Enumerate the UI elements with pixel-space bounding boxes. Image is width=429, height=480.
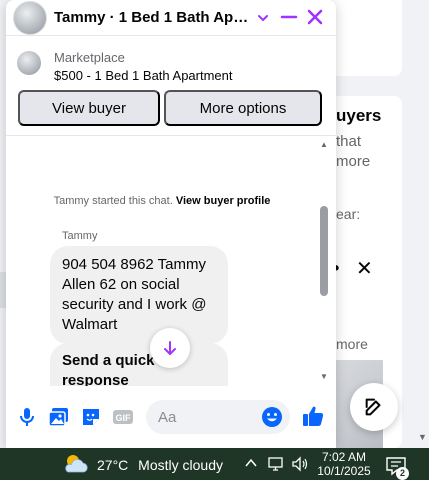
- listing-thumbnail: [17, 51, 41, 75]
- svg-text:GIF: GIF: [116, 413, 132, 423]
- more-options-button[interactable]: More options: [164, 90, 322, 126]
- chat-window: Tammy · 1 Bed 1 Bath Apartment Marketpla…: [6, 0, 336, 448]
- avatar[interactable]: [13, 1, 47, 35]
- clock-date: 10/1/2025: [317, 464, 371, 478]
- listing-title: $500 - 1 Bed 1 Bath Apartment: [54, 68, 233, 83]
- chevron-down-icon[interactable]: [256, 8, 270, 28]
- background-text-line: more: [336, 153, 371, 170]
- notification-count-badge: 2: [396, 467, 409, 480]
- scroll-thumb[interactable]: [320, 206, 328, 296]
- background-card-top: [326, 0, 402, 76]
- weather-condition: Mostly cloudy: [138, 457, 223, 473]
- clock[interactable]: 7:02 AM 10/1/2025: [312, 450, 376, 478]
- photo-icon[interactable]: [48, 406, 70, 428]
- chevron-up-icon[interactable]: [244, 456, 258, 470]
- weather-icon[interactable]: [62, 452, 90, 476]
- taskbar: 27°C Mostly cloudy 7:02 AM 10/1/2025 2: [0, 448, 429, 480]
- background-text-line: that: [336, 133, 362, 150]
- sticker-icon[interactable]: [80, 406, 102, 428]
- chat-header[interactable]: Tammy · 1 Bed 1 Bath Apartment: [6, 0, 336, 36]
- page-scroll-down-icon[interactable]: ▼: [418, 432, 427, 442]
- emoji-icon[interactable]: [261, 406, 283, 428]
- chat-title[interactable]: Tammy · 1 Bed 1 Bath Apartment: [54, 9, 252, 26]
- scroll-down-icon[interactable]: ▼: [320, 372, 328, 381]
- new-message-button[interactable]: [350, 383, 398, 431]
- arrow-down-icon: [164, 341, 176, 355]
- listing-source: Marketplace: [54, 50, 125, 65]
- page-scrollbar[interactable]: [418, 0, 429, 448]
- volume-icon[interactable]: [291, 456, 309, 472]
- message-composer: GIF: [6, 386, 336, 448]
- mic-icon[interactable]: [16, 406, 38, 428]
- listing-summary[interactable]: Marketplace $500 - 1 Bed 1 Bath Apartmen…: [6, 40, 336, 86]
- chat-start-text: Tammy started this chat.: [53, 195, 173, 207]
- background-label: ear:: [336, 206, 361, 222]
- gif-icon[interactable]: GIF: [112, 406, 134, 428]
- minimize-icon[interactable]: [278, 6, 300, 28]
- network-icon[interactable]: [267, 456, 285, 472]
- message-bubble[interactable]: 904 504 8962 Tammy Allen 62 on social se…: [50, 246, 228, 344]
- chat-start-notice: Tammy started this chat. View buyer prof…: [6, 195, 318, 207]
- jump-to-latest-button[interactable]: [150, 328, 190, 368]
- view-buyer-profile-link[interactable]: View buyer profile: [176, 195, 271, 207]
- background-heading: uyers: [336, 106, 382, 125]
- close-icon[interactable]: [304, 6, 326, 28]
- weather-temperature: 27°C: [97, 457, 129, 473]
- clock-time: 7:02 AM: [321, 450, 367, 464]
- sender-name: Tammy: [62, 230, 98, 242]
- weather-widget[interactable]: 27°C Mostly cloudy: [97, 457, 223, 473]
- background-close-icon[interactable]: ✕: [356, 256, 373, 281]
- compose-icon: [365, 398, 381, 416]
- scroll-up-icon[interactable]: ▲: [320, 140, 328, 149]
- view-buyer-button[interactable]: View buyer: [18, 90, 160, 126]
- background-see-more-link[interactable]: more: [336, 336, 368, 352]
- divider: [6, 135, 336, 136]
- like-icon[interactable]: [301, 404, 325, 428]
